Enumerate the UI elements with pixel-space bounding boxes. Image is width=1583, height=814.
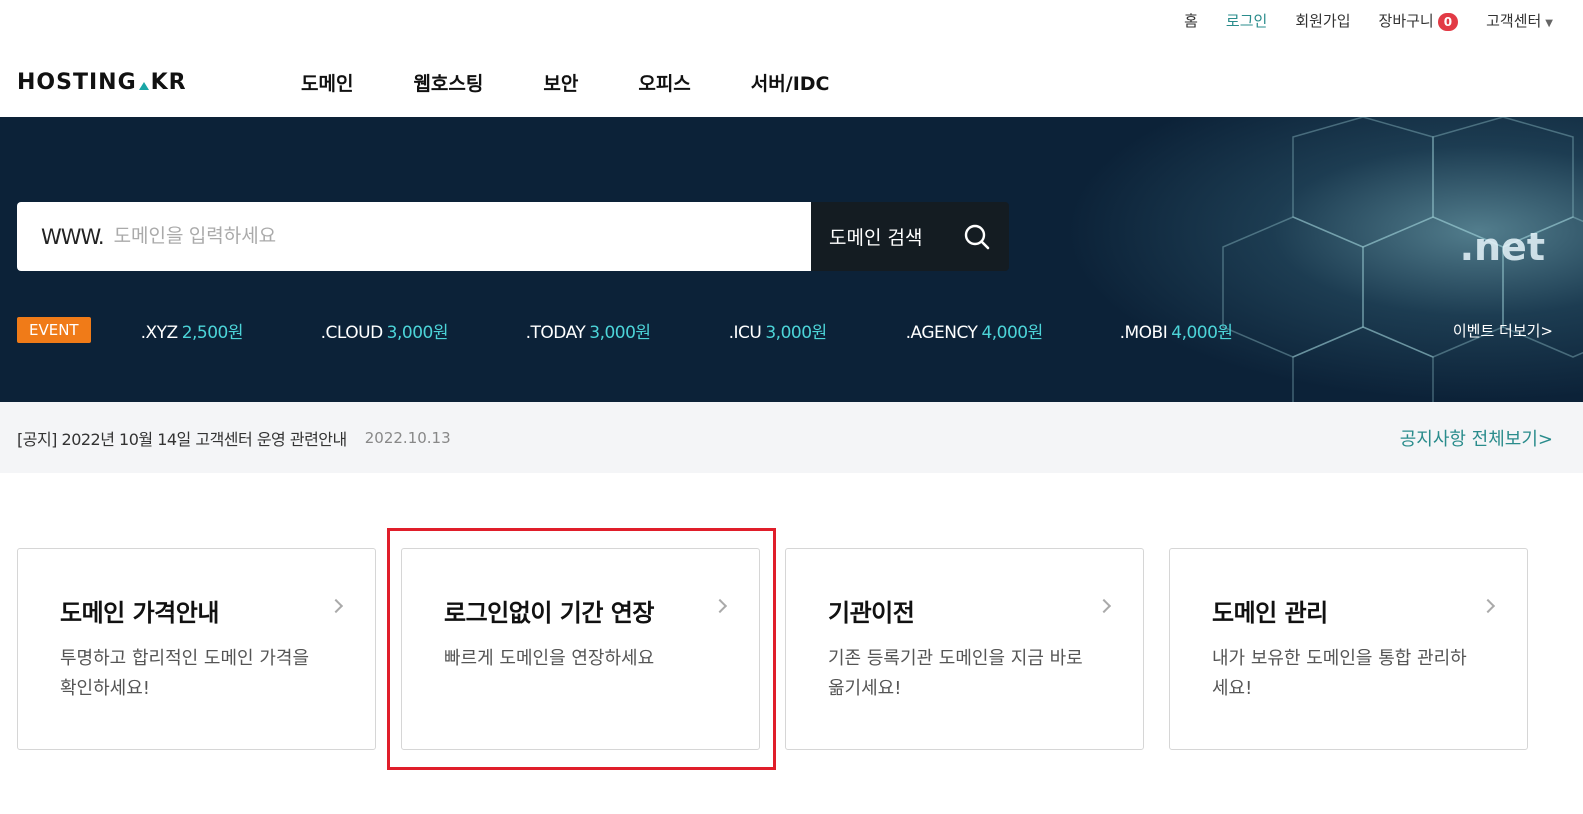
card-title: 도메인 가격안내 [60,599,219,627]
card-desc: 내가 보유한 도메인을 통합 관리하세요! [1212,648,1467,699]
card-domain-management[interactable]: 도메인 관리 내가 보유한 도메인을 통합 관리하세요! [1169,548,1528,750]
tld-price: 4,000원 [981,322,1043,343]
logo-text-right: KR [150,69,187,95]
event-tld-item[interactable]: .CLOUD 3,000원 [321,318,526,343]
event-badge: EVENT [17,317,91,343]
card-renew-without-login[interactable]: 로그인없이 기간 연장 빠르게 도메인을 연장하세요 [401,548,760,750]
nav-item-domain[interactable]: 도메인 [301,69,353,96]
nav-item-webhosting[interactable]: 웹호스팅 [413,69,483,96]
logo-text-left: HOSTING [17,69,137,95]
notice-title-link[interactable]: [공지] 2022년 10월 14일 고객센터 운영 관련안내 [17,426,347,450]
domain-search-box: WWW. 도메인 검색 [17,202,1009,271]
event-row: EVENT .XYZ 2,500원 .CLOUD 3,000원 .TODAY 3,00… [17,316,1553,344]
www-prefix: WWW. [41,224,105,249]
domain-search-input[interactable] [113,225,811,248]
card-domain-price[interactable]: 도메인 가격안내 투명하고 합리적인 도메인 가격을 확인하세요! [17,548,376,750]
event-more-link[interactable]: 이벤트 더보기> [1453,320,1553,341]
tld-price: 3,000원 [589,322,651,343]
tld-price: 2,500원 [181,322,244,343]
event-tld-item[interactable]: .AGENCY 4,000원 [906,318,1120,343]
search-icon [964,224,990,249]
support-label: 고객센터 [1486,12,1542,30]
cart-label: 장바구니 [1378,12,1434,30]
nav-item-office[interactable]: 오피스 [638,69,690,96]
login-link[interactable]: 로그인 [1226,10,1267,31]
support-link[interactable]: 고객센터 ▼ [1486,10,1553,31]
service-cards: 도메인 가격안내 투명하고 합리적인 도메인 가격을 확인하세요! 로그인없이 … [17,548,1528,750]
card-desc: 투명하고 합리적인 도메인 가격을 확인하세요! [60,648,310,699]
event-tld-item[interactable]: .TODAY 3,000원 [526,318,729,343]
card-title: 로그인없이 기간 연장 [444,599,654,627]
notice-all-link[interactable]: 공지사항 전체보기> [1400,425,1553,451]
event-tld-item[interactable]: .XYZ 2,500원 [141,318,321,343]
tld-name: .ICU [728,322,762,343]
tld-name: .TODAY [525,322,586,343]
card-title: 기관이전 [828,599,915,627]
utility-bar: 홈 로그인 회원가입 장바구니 0 고객센터 ▼ [1184,10,1553,31]
header: HOSTING KR 도메인 웹호스팅 보안 오피스 서버/IDC [17,58,1583,106]
event-tld-item[interactable]: .ICU 3,000원 [729,318,906,343]
tld-name: .AGENCY [905,322,978,343]
logo[interactable]: HOSTING KR [17,70,301,95]
card-desc: 기존 등록기관 도메인을 지금 바로 옮기세요! [828,648,1083,699]
event-tld-item[interactable]: .MOBI 4,000원 [1120,318,1300,343]
caret-down-icon: ▼ [1545,18,1553,29]
cart-link[interactable]: 장바구니 0 [1379,10,1459,31]
card-title: 도메인 관리 [1212,599,1328,627]
tld-price: 4,000원 [1171,322,1233,343]
nav-item-security[interactable]: 보안 [543,69,578,96]
main-nav: 도메인 웹호스팅 보안 오피스 서버/IDC [301,69,889,96]
card-registrar-transfer[interactable]: 기관이전 기존 등록기관 도메인을 지금 바로 옮기세요! [785,548,1144,750]
tld-name: .MOBI [1119,322,1168,343]
cart-count-badge: 0 [1437,13,1459,31]
domain-search-button[interactable]: 도메인 검색 [811,202,1009,271]
promo-tld-text: .net [1459,225,1545,269]
notice-bar: [공지] 2022년 10월 14일 고객센터 운영 관련안내 2022.10.… [0,402,1583,473]
card-desc: 빠르게 도메인을 연장하세요 [444,648,655,669]
tld-price: 3,000원 [765,322,827,343]
notice-date: 2022.10.13 [364,428,451,447]
nav-item-server-idc[interactable]: 서버/IDC [751,69,830,96]
domain-search-button-label: 도메인 검색 [829,227,923,249]
tld-price: 3,000원 [386,322,449,343]
signup-link[interactable]: 회원가입 [1295,10,1350,31]
hero-banner: .net WWW. 도메인 검색 EVENT .XYZ2,500원 .CLOUD… [0,117,1583,402]
tld-name: .XYZ [140,322,179,343]
search-input-wrap: WWW. [17,202,811,271]
tld-name: .CLOUD [320,322,384,343]
home-link[interactable]: 홈 [1184,10,1198,31]
logo-dot-icon [138,82,149,90]
